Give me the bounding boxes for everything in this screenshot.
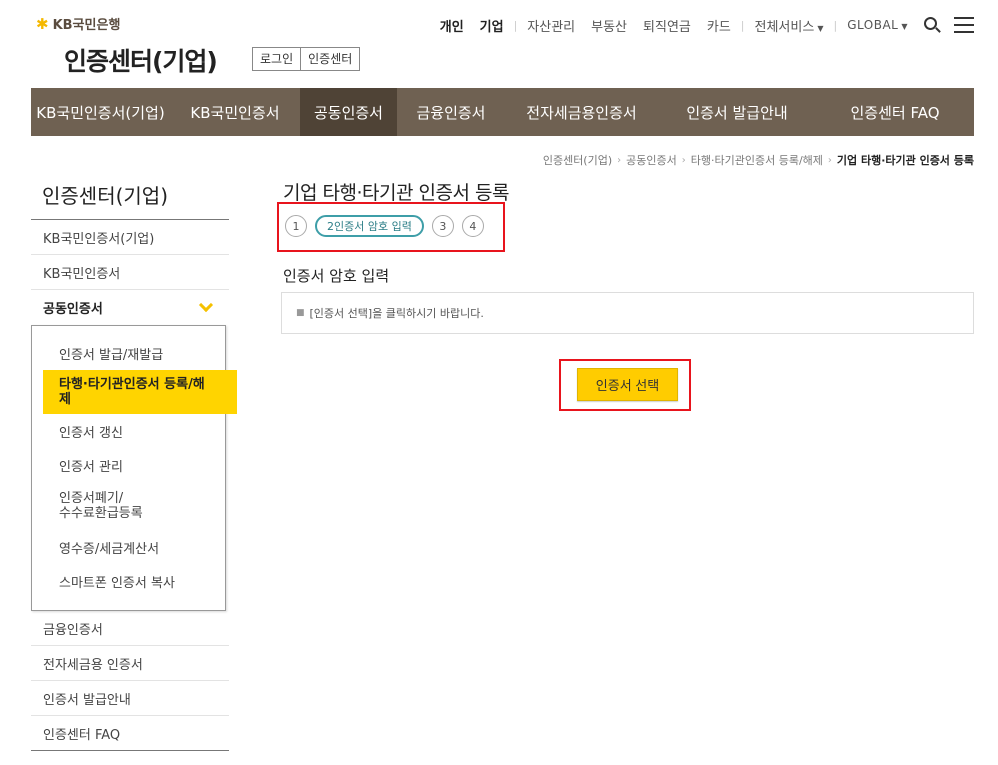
nav-realestate[interactable]: 부동산: [583, 16, 635, 35]
step-indicator: 1 2인증서 암호 입력 3 4: [285, 215, 484, 237]
nav-divider: |: [833, 18, 838, 32]
search-icon[interactable]: [922, 15, 942, 35]
submenu-item-receipt[interactable]: 영수증/세금계산서: [32, 530, 225, 564]
gnb-tab-etax-cert[interactable]: 전자세금용인증서: [505, 88, 658, 136]
nav-all-services[interactable]: 전체서비스 ▼: [747, 16, 832, 35]
sidebar-title: 인증센터(기업): [42, 184, 169, 208]
notice-box: ■ [인증서 선택]을 클릭하시기 바랍니다.: [281, 292, 974, 334]
breadcrumb: 인증센터(기업) › 공동인증서 › 타행·타기관인증서 등록/해제 › 기업 …: [543, 152, 974, 168]
sidebar-item-faq[interactable]: 인증센터 FAQ: [31, 716, 229, 751]
section-title: 인증서 암호 입력: [283, 267, 390, 285]
sidebar-item-issuance-guide[interactable]: 인증서 발급안내: [31, 681, 229, 716]
step-3: 3: [431, 215, 454, 237]
kb-star-icon: ✱: [36, 14, 49, 33]
submenu-label-line: 타행·타기관인증서 등록/해: [59, 377, 205, 392]
bullet-icon: ■: [296, 308, 305, 318]
cert-center-button[interactable]: 인증센터: [301, 47, 361, 71]
nav-personal[interactable]: 개인: [432, 16, 472, 35]
login-button[interactable]: 로그인: [252, 47, 302, 71]
gnb-tab-faq[interactable]: 인증센터 FAQ: [816, 88, 974, 136]
step-2-current: 2인증서 암호 입력: [315, 215, 424, 237]
top-navigation: 개인 기업 | 자산관리 부동산 퇴직연금 카드 | 전체서비스 ▼ | GLOB…: [432, 15, 974, 35]
submenu-item-issue[interactable]: 인증서 발급/재발급: [32, 336, 225, 370]
submenu-item-smartphone-copy[interactable]: 스마트폰 인증서 복사: [32, 564, 225, 598]
submenu-item-manage[interactable]: 인증서 관리: [32, 448, 225, 482]
breadcrumb-item[interactable]: 타행·타기관인증서 등록/해제: [691, 152, 823, 168]
submenu-item-renew[interactable]: 인증서 갱신: [32, 414, 225, 448]
nav-global[interactable]: GLOBAL ▼: [839, 18, 916, 32]
header-buttons: 로그인 인증센터: [252, 47, 361, 71]
submenu-label-line: 수수료환급등록: [59, 506, 143, 521]
chevron-down-icon: [198, 297, 214, 313]
sidebar-item-label: 공동인증서: [43, 302, 103, 317]
caret-down-icon: ▼: [901, 22, 908, 31]
breadcrumb-current: 기업 타행·타기관 인증서 등록: [836, 154, 974, 167]
main-navigation-bar: KB국민인증서(기업) KB국민인증서 공동인증서 금융인증서 전자세금용인증서…: [31, 88, 974, 136]
gnb-tab-joint-cert[interactable]: 공동인증서: [300, 88, 397, 136]
gnb-tab-kb-cert-corporate[interactable]: KB국민인증서(기업): [31, 88, 170, 136]
sidebar-submenu: 인증서 발급/재발급 타행·타기관인증서 등록/해 제 인증서 갱신 인증서 관…: [31, 325, 237, 611]
nav-card[interactable]: 카드: [699, 16, 739, 35]
nav-divider: |: [513, 18, 518, 32]
submenu-label-line: 제: [59, 392, 71, 407]
nav-divider: |: [740, 18, 745, 32]
nav-asset[interactable]: 자산관리: [519, 16, 583, 35]
nav-global-label: GLOBAL: [847, 18, 899, 32]
hamburger-menu-icon[interactable]: [954, 17, 974, 33]
page-title: 기업 타행·타기관 인증서 등록: [283, 182, 509, 204]
gnb-tab-issuance-guide[interactable]: 인증서 발급안내: [658, 88, 816, 136]
step-4: 4: [461, 215, 484, 237]
sidebar-item-etax-cert[interactable]: 전자세금용 인증서: [31, 646, 229, 681]
notice-text: [인증서 선택]을 클릭하시기 바랍니다.: [309, 307, 484, 320]
submenu-item-label: 인증서폐기/ 수수료환급등록: [59, 491, 143, 521]
nav-all-services-label: 전체서비스: [754, 19, 815, 35]
select-certificate-button[interactable]: 인증서 선택: [577, 368, 678, 401]
step-1: 1: [285, 215, 307, 237]
submenu-label-line: 인증서폐기/: [59, 491, 124, 506]
chevron-right-icon: ›: [827, 154, 832, 166]
sidebar-menu: KB국민인증서(기업) KB국민인증서 공동인증서 인증서 발급/재발급 타행·…: [31, 219, 237, 751]
chevron-right-icon: ›: [617, 154, 622, 166]
submenu-item-other-bank-register[interactable]: 타행·타기관인증서 등록/해 제: [43, 370, 237, 414]
nav-pension[interactable]: 퇴직연금: [635, 16, 699, 35]
chevron-right-icon: ›: [681, 154, 686, 166]
caret-down-icon: ▼: [817, 23, 824, 33]
nav-corporate[interactable]: 기업: [472, 16, 512, 35]
submenu-item-revoke[interactable]: 인증서폐기/ 수수료환급등록: [32, 482, 225, 530]
breadcrumb-item[interactable]: 공동인증서: [626, 152, 677, 168]
gnb-tab-kb-cert[interactable]: KB국민인증서: [170, 88, 300, 136]
gnb-tab-financial-cert[interactable]: 금융인증서: [397, 88, 505, 136]
logo-text: KB국민은행: [52, 18, 121, 33]
sidebar-item-kb-cert-corporate[interactable]: KB국민인증서(기업): [31, 220, 229, 255]
sidebar-item-joint-cert[interactable]: 공동인증서: [31, 290, 229, 325]
kb-logo[interactable]: ✱ KB국민은행: [36, 14, 121, 34]
submenu-item-label: 타행·타기관인증서 등록/해 제: [59, 377, 205, 407]
sidebar-item-kb-cert[interactable]: KB국민인증서: [31, 255, 229, 290]
site-title: 인증센터(기업): [64, 47, 218, 76]
sidebar-item-financial-cert[interactable]: 금융인증서: [31, 611, 229, 646]
breadcrumb-item[interactable]: 인증센터(기업): [543, 152, 612, 168]
